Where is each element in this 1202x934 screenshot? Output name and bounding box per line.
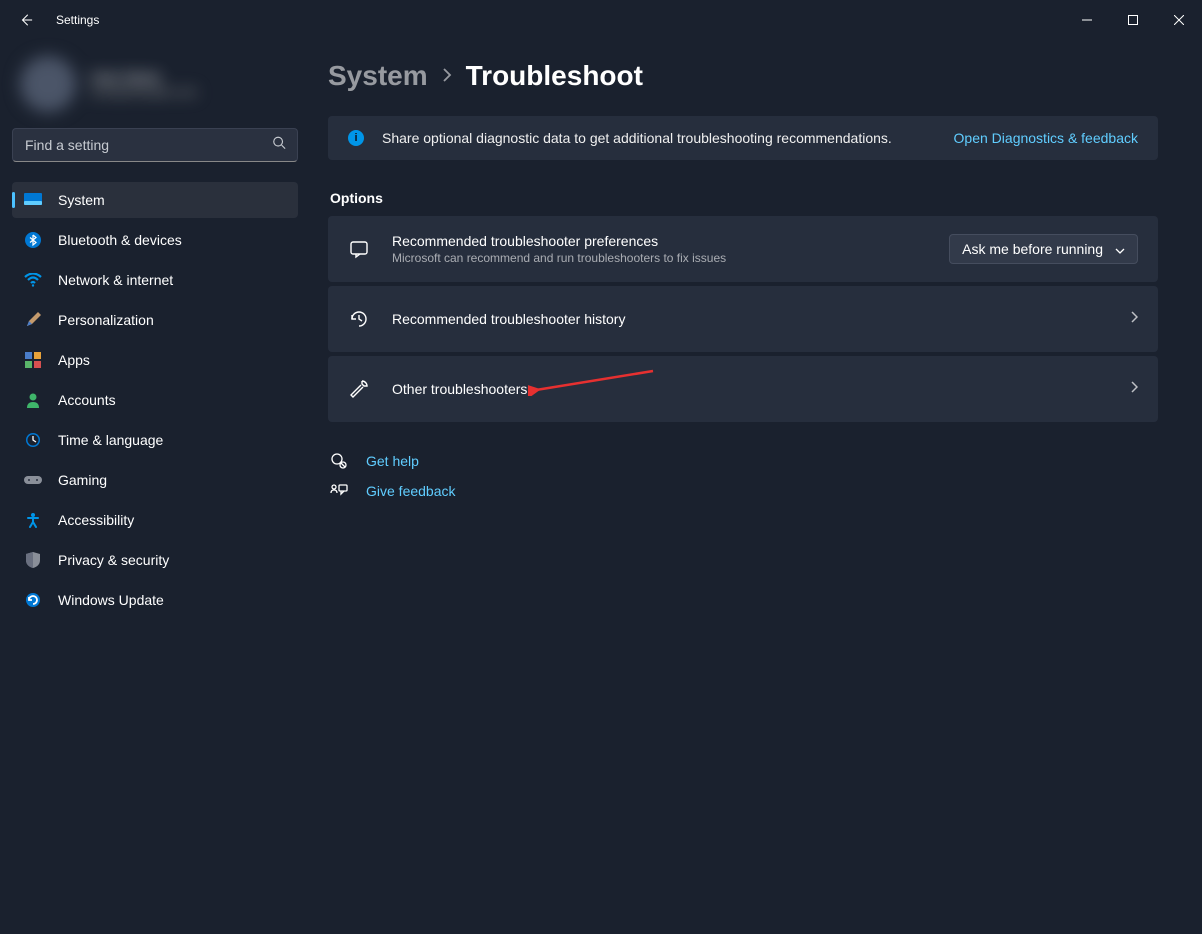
avatar — [20, 56, 76, 112]
breadcrumb: System Troubleshoot — [328, 60, 1158, 92]
sidebar-item-accounts[interactable]: Accounts — [12, 382, 298, 418]
option-subtitle: Microsoft can recommend and run troubles… — [392, 251, 927, 265]
bluetooth-icon — [24, 231, 42, 249]
sidebar-item-label: Privacy & security — [58, 552, 169, 568]
shield-icon — [24, 551, 42, 569]
troubleshooter-preferences-row[interactable]: Recommended troubleshooter preferences M… — [328, 216, 1158, 282]
option-title: Recommended troubleshooter preferences — [392, 233, 927, 249]
sidebar-item-privacy[interactable]: Privacy & security — [12, 542, 298, 578]
option-title: Recommended troubleshooter history — [392, 311, 1108, 327]
get-help-row: Get help — [330, 452, 1158, 470]
sidebar-item-label: Personalization — [58, 312, 154, 328]
get-help-link[interactable]: Get help — [366, 453, 419, 469]
titlebar: Settings — [0, 0, 1202, 40]
sidebar-item-label: Windows Update — [58, 592, 164, 608]
sidebar: User Name user@example.com System Blueto… — [0, 40, 310, 934]
wrench-icon — [348, 378, 370, 400]
sidebar-item-system[interactable]: System — [12, 182, 298, 218]
search-icon — [272, 136, 286, 155]
sidebar-item-bluetooth[interactable]: Bluetooth & devices — [12, 222, 298, 258]
user-account-block[interactable]: User Name user@example.com — [20, 52, 298, 116]
app-title: Settings — [56, 13, 99, 27]
give-feedback-link[interactable]: Give feedback — [366, 483, 456, 499]
sidebar-item-apps[interactable]: Apps — [12, 342, 298, 378]
sidebar-item-label: System — [58, 192, 105, 208]
feedback-icon — [330, 482, 348, 500]
chevron-right-icon — [1130, 380, 1138, 398]
breadcrumb-parent[interactable]: System — [328, 60, 428, 92]
info-icon: i — [348, 130, 364, 146]
sidebar-item-label: Accessibility — [58, 512, 134, 528]
chevron-right-icon — [1130, 310, 1138, 328]
system-icon — [24, 191, 42, 209]
info-banner: i Share optional diagnostic data to get … — [328, 116, 1158, 160]
maximize-button[interactable] — [1110, 4, 1156, 36]
preferences-dropdown[interactable]: Ask me before running — [949, 234, 1138, 264]
dropdown-value: Ask me before running — [962, 241, 1103, 257]
sidebar-item-accessibility[interactable]: Accessibility — [12, 502, 298, 538]
person-icon — [24, 391, 42, 409]
sidebar-item-label: Bluetooth & devices — [58, 232, 182, 248]
section-title: Options — [328, 190, 1158, 206]
sidebar-item-time-language[interactable]: Time & language — [12, 422, 298, 458]
accessibility-icon — [24, 511, 42, 529]
apps-icon — [24, 351, 42, 369]
chevron-right-icon — [442, 66, 452, 87]
diagnostics-feedback-link[interactable]: Open Diagnostics & feedback — [954, 130, 1138, 146]
gamepad-icon — [24, 471, 42, 489]
history-icon — [348, 308, 370, 330]
back-button[interactable] — [16, 10, 36, 30]
user-name: User Name — [90, 69, 197, 85]
close-button[interactable] — [1156, 4, 1202, 36]
update-icon — [24, 591, 42, 609]
user-email: user@example.com — [90, 85, 197, 99]
wifi-icon — [24, 271, 42, 289]
sidebar-item-label: Accounts — [58, 392, 116, 408]
troubleshooter-history-row[interactable]: Recommended troubleshooter history — [328, 286, 1158, 352]
sidebar-item-gaming[interactable]: Gaming — [12, 462, 298, 498]
sidebar-item-network[interactable]: Network & internet — [12, 262, 298, 298]
give-feedback-row: Give feedback — [330, 482, 1158, 500]
main-content: System Troubleshoot i Share optional dia… — [310, 40, 1202, 934]
help-icon — [330, 452, 348, 470]
option-title: Other troubleshooters — [392, 381, 1108, 397]
sidebar-item-label: Network & internet — [58, 272, 173, 288]
paintbrush-icon — [24, 311, 42, 329]
sidebar-item-label: Apps — [58, 352, 90, 368]
clock-icon — [24, 431, 42, 449]
page-title: Troubleshoot — [466, 60, 643, 92]
minimize-button[interactable] — [1064, 4, 1110, 36]
sidebar-item-personalization[interactable]: Personalization — [12, 302, 298, 338]
other-troubleshooters-row[interactable]: Other troubleshooters — [328, 356, 1158, 422]
chevron-down-icon — [1115, 241, 1125, 257]
banner-text: Share optional diagnostic data to get ad… — [382, 130, 936, 146]
search-input[interactable] — [12, 128, 298, 162]
sidebar-item-label: Gaming — [58, 472, 107, 488]
sidebar-item-label: Time & language — [58, 432, 163, 448]
sidebar-item-windows-update[interactable]: Windows Update — [12, 582, 298, 618]
chat-icon — [348, 238, 370, 260]
